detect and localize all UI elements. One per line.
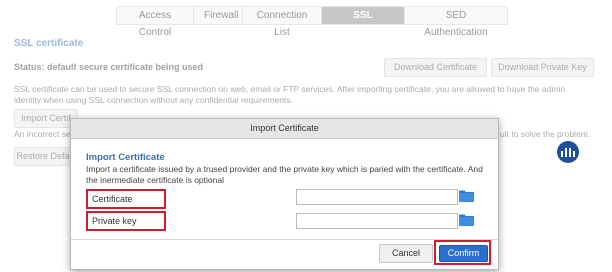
- confirm-button[interactable]: Confirm: [439, 245, 488, 262]
- certificate-label: Certificate: [86, 189, 166, 209]
- certificate-input[interactable]: [296, 189, 458, 205]
- dialog-header: Import Certificate: [71, 119, 498, 139]
- folder-icon[interactable]: [459, 213, 474, 226]
- private-key-label: Private key: [86, 211, 166, 231]
- dialog-title: Import Certificate: [86, 152, 165, 163]
- confirm-highlight: Confirm: [434, 240, 491, 265]
- dialog-description: Import a certificate issued by a trused …: [86, 164, 483, 185]
- cancel-button[interactable]: Cancel: [379, 244, 433, 263]
- folder-icon[interactable]: [459, 189, 474, 202]
- import-certificate-dialog: Import Certificate Import Certificate Im…: [70, 118, 499, 270]
- private-key-input[interactable]: [296, 213, 458, 229]
- brand-logo-icon: [557, 141, 579, 163]
